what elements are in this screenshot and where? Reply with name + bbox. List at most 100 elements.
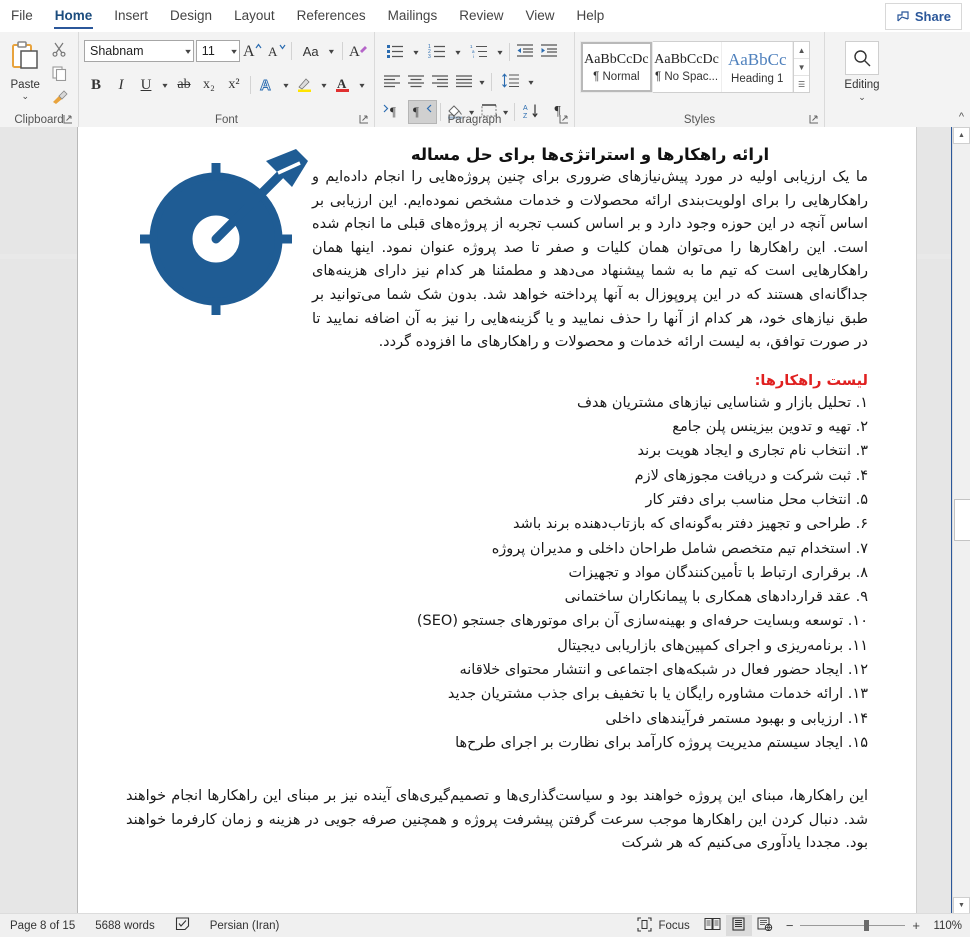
paste-clipboard-icon bbox=[8, 39, 42, 78]
grow-font-button[interactable]: A bbox=[242, 39, 263, 63]
zoom-percent-label[interactable]: 110% bbox=[928, 920, 970, 932]
format-painter-button[interactable] bbox=[47, 87, 71, 109]
focus-mode-button[interactable]: Focus bbox=[627, 916, 699, 935]
tab-help[interactable]: Help bbox=[566, 0, 616, 32]
page-number-status[interactable]: Page 8 of 15 bbox=[0, 920, 85, 932]
underline-button[interactable]: U bbox=[134, 73, 158, 97]
style-normal[interactable]: AaBbCcDc ¶ Normal bbox=[580, 41, 653, 93]
increase-indent-button[interactable] bbox=[537, 40, 561, 64]
styles-dialog-launcher[interactable] bbox=[809, 114, 820, 125]
tab-home[interactable]: Home bbox=[44, 0, 104, 32]
bullets-button[interactable] bbox=[380, 40, 410, 64]
bullets-caret[interactable]: ▾ bbox=[408, 40, 424, 64]
read-mode-button[interactable] bbox=[700, 915, 726, 936]
vertical-scrollbar[interactable]: ▲ ▼ bbox=[952, 127, 970, 914]
style-no-spacing-sample: AaBbCcDc bbox=[654, 51, 719, 67]
font-dialog-launcher[interactable] bbox=[359, 114, 370, 125]
scroll-up-arrow-icon[interactable]: ▲ bbox=[953, 127, 970, 144]
font-size-combo[interactable]: 11 ▾ bbox=[195, 40, 240, 62]
paragraph-dialog-launcher[interactable] bbox=[559, 114, 570, 125]
multilevel-caret[interactable]: ▾ bbox=[492, 40, 508, 64]
tab-mailings[interactable]: Mailings bbox=[377, 0, 449, 32]
tab-design[interactable]: Design bbox=[159, 0, 223, 32]
justify-caret[interactable]: ▾ bbox=[474, 70, 490, 94]
clear-formatting-button[interactable]: A bbox=[348, 39, 369, 63]
page-content: ارائه راهکارها و استراتژی‌ها برای حل مسا… bbox=[78, 127, 916, 856]
proofing-errors-icon bbox=[175, 917, 190, 934]
tab-file[interactable]: File bbox=[0, 0, 44, 32]
tab-layout[interactable]: Layout bbox=[223, 0, 286, 32]
scissors-icon bbox=[51, 41, 67, 60]
word-count-status[interactable]: 5688 words bbox=[85, 920, 164, 932]
numbering-button[interactable]: 123 bbox=[422, 40, 452, 64]
superscript-button[interactable]: x² bbox=[222, 73, 246, 97]
share-button[interactable]: Share bbox=[884, 3, 962, 30]
chevron-down-icon[interactable]: ▼ bbox=[794, 59, 810, 76]
shrink-font-button[interactable]: A bbox=[265, 39, 286, 63]
multilevel-list-button[interactable]: 1ai bbox=[464, 40, 494, 64]
line-spacing-caret[interactable]: ▾ bbox=[523, 70, 539, 94]
paste-dropdown-caret[interactable]: ⌄ bbox=[21, 92, 29, 101]
editing-caret[interactable]: ⌄ bbox=[858, 92, 866, 103]
highlighter-pen-icon bbox=[296, 75, 314, 96]
styles-more-icon[interactable]: ☰ bbox=[794, 76, 809, 92]
justify-button[interactable] bbox=[452, 70, 476, 94]
print-layout-button[interactable] bbox=[725, 915, 752, 936]
scrollbar-thumb[interactable] bbox=[954, 499, 970, 541]
numbering-caret[interactable]: ▾ bbox=[450, 40, 466, 64]
highlight-caret[interactable]: ▾ bbox=[316, 73, 332, 97]
zoom-in-button[interactable]: + bbox=[912, 918, 920, 933]
proofing-status-button[interactable] bbox=[165, 917, 200, 934]
language-status[interactable]: Persian (Iran) bbox=[200, 920, 290, 932]
decrease-indent-button[interactable] bbox=[513, 40, 537, 64]
text-effects-button[interactable]: A bbox=[255, 73, 279, 97]
align-center-button[interactable] bbox=[404, 70, 428, 94]
ribbon-group-clipboard: Paste ⌄ Clipboard bbox=[0, 32, 78, 127]
copy-documents-icon bbox=[51, 65, 67, 84]
styles-gallery: AaBbCcDc ¶ Normal AaBbCcDc ¶ No Spac... … bbox=[580, 41, 810, 93]
zoom-out-button[interactable]: − bbox=[786, 918, 794, 933]
divider bbox=[509, 43, 510, 61]
tab-review[interactable]: Review bbox=[448, 0, 514, 32]
zoom-slider[interactable] bbox=[800, 920, 906, 931]
strikethrough-button[interactable]: ab bbox=[172, 73, 196, 97]
change-case-caret[interactable]: ▾ bbox=[324, 39, 338, 63]
clear-formatting-icon: A bbox=[348, 41, 368, 62]
italic-button[interactable]: I bbox=[109, 73, 133, 97]
align-center-icon bbox=[407, 74, 425, 91]
web-layout-button[interactable] bbox=[752, 915, 778, 936]
closing-paragraph: این راهکارها، مبنای این پروژه خواهند بود… bbox=[126, 788, 868, 852]
cut-button[interactable] bbox=[47, 40, 71, 62]
svg-text:3: 3 bbox=[428, 54, 431, 59]
style-heading-1-label: Heading 1 bbox=[731, 72, 784, 85]
font-color-button[interactable]: A bbox=[331, 73, 355, 97]
copy-button[interactable] bbox=[47, 64, 71, 86]
tab-view[interactable]: View bbox=[514, 0, 565, 32]
line-spacing-button[interactable] bbox=[495, 70, 525, 94]
svg-text:A: A bbox=[243, 43, 255, 59]
style-heading-1[interactable]: AaBbCс Heading 1 bbox=[722, 42, 794, 92]
font-name-combo[interactable]: Shabnam ▾ bbox=[84, 40, 194, 62]
clipboard-dialog-launcher[interactable] bbox=[63, 114, 74, 125]
paste-button[interactable]: Paste ⌄ bbox=[5, 37, 45, 109]
divider bbox=[491, 73, 492, 91]
tab-insert[interactable]: Insert bbox=[103, 0, 159, 32]
align-right-button[interactable] bbox=[428, 70, 452, 94]
style-no-spacing-label: ¶ No Spac... bbox=[655, 70, 719, 83]
bold-button[interactable]: B bbox=[84, 73, 108, 97]
highlight-button[interactable] bbox=[293, 73, 317, 97]
scroll-down-arrow-icon[interactable]: ▼ bbox=[953, 897, 970, 914]
change-case-button[interactable]: Aa bbox=[297, 39, 324, 63]
style-no-spacing[interactable]: AaBbCcDc ¶ No Spac... bbox=[652, 42, 723, 92]
editing-button[interactable]: Editing ⌄ bbox=[830, 35, 894, 103]
document-page[interactable]: ارائه راهکارها و استراتژی‌ها برای حل مسا… bbox=[77, 127, 917, 914]
zoom-slider-thumb[interactable] bbox=[864, 920, 870, 931]
font-color-caret[interactable]: ▾ bbox=[354, 73, 370, 97]
align-left-button[interactable] bbox=[380, 70, 404, 94]
underline-caret[interactable]: ▾ bbox=[157, 73, 173, 97]
subscript-button[interactable]: x₂ bbox=[197, 73, 221, 97]
collapse-ribbon-chevron-icon[interactable]: ^ bbox=[959, 111, 964, 123]
tab-references[interactable]: References bbox=[286, 0, 377, 32]
text-effects-caret[interactable]: ▾ bbox=[278, 73, 294, 97]
chevron-up-icon[interactable]: ▲ bbox=[794, 42, 810, 59]
